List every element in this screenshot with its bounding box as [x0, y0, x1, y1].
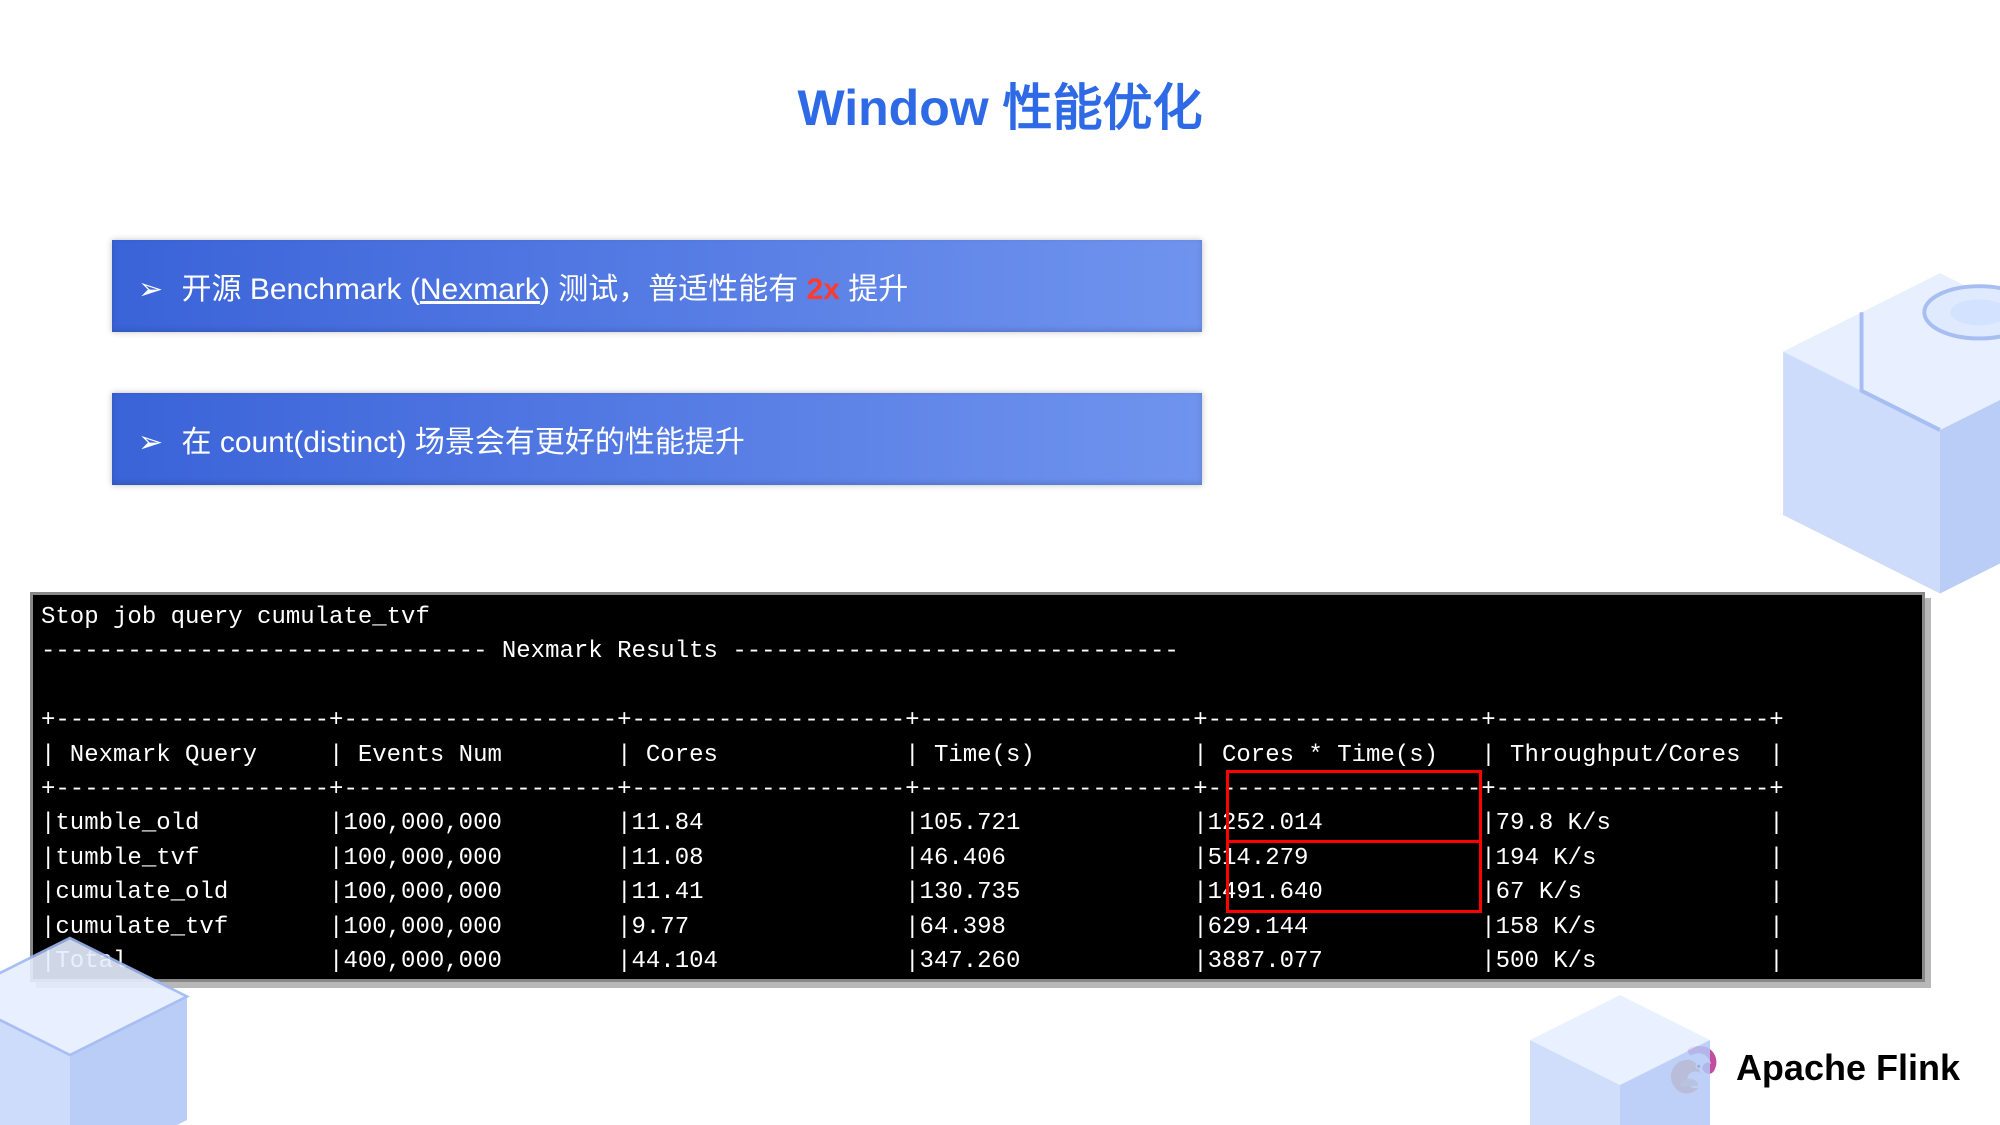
decor-cube-icon	[1520, 985, 1720, 1125]
bullet1-nexmark-link[interactable]: Nexmark	[420, 273, 540, 306]
footer-text: Apache Flink	[1736, 1047, 1960, 1089]
terminal-output: Stop job query cumulate_tvf ------------…	[30, 592, 1925, 982]
bullet1-text-b: ) 测试，普适性能有	[540, 273, 807, 306]
decor-cube-icon	[1770, 260, 2000, 580]
bullet1-2x: 2x	[807, 273, 840, 306]
bullet-benchmark: ➢ 开源 Benchmark (Nexmark) 测试，普适性能有 2x 提升	[112, 240, 1202, 332]
bullet1-text-a: 开源 Benchmark (	[181, 273, 419, 306]
bullet-arrow-icon: ➢	[138, 425, 163, 460]
bullet2-text: 在 count(distinct) 场景会有更好的性能提升	[181, 426, 744, 459]
bullet1-text-c: 提升	[840, 273, 908, 306]
bullet-arrow-icon: ➢	[138, 272, 163, 307]
decor-cube-icon	[0, 925, 200, 1125]
bullet-count-distinct: ➢ 在 count(distinct) 场景会有更好的性能提升	[112, 393, 1202, 485]
slide-title: Window 性能优化	[0, 68, 2000, 140]
